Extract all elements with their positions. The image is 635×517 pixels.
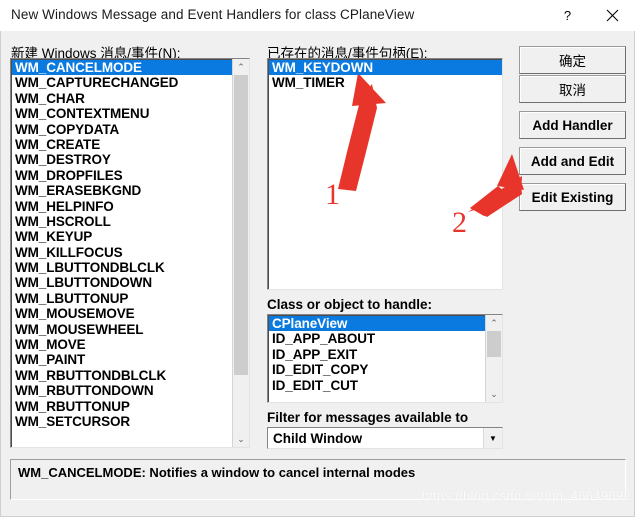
close-icon (606, 9, 619, 21)
list-item[interactable]: WM_PAINT (12, 352, 232, 367)
list-item[interactable]: WM_KEYDOWN (269, 60, 502, 76)
dialog-body: 新建 Windows 消息/事件(N): WM_CANCELMODE WM_CAP… (0, 31, 635, 517)
list-item[interactable]: WM_KEYUP (12, 229, 232, 244)
list-item[interactable]: CPlaneView (269, 316, 485, 332)
filter-label: Filter for messages available to (267, 410, 469, 425)
add-handler-button[interactable]: Add Handler (519, 111, 626, 139)
list-item[interactable]: WM_CAPTURECHANGED (12, 75, 232, 90)
list-item[interactable]: WM_HSCROLL (12, 214, 232, 229)
add-and-edit-button[interactable]: Add and Edit (519, 147, 626, 175)
list-item[interactable]: WM_KILLFOCUS (12, 245, 232, 260)
list-item[interactable]: WM_LBUTTONUP (12, 291, 232, 306)
dialog-window: New Windows Message and Event Handlers f… (0, 0, 635, 517)
class-listbox[interactable]: CPlaneView ID_APP_ABOUT ID_APP_EXIT ID_EDIT… (267, 314, 503, 403)
list-item[interactable]: WM_CREATE (12, 137, 232, 152)
list-item[interactable]: WM_RBUTTONUP (12, 399, 232, 414)
list-item[interactable]: WM_RBUTTONDBLCLK (12, 368, 232, 383)
list-item[interactable]: WM_HELPINFO (12, 199, 232, 214)
existing-handlers-items[interactable]: WM_KEYDOWN WM_TIMER (268, 59, 502, 289)
list-item[interactable]: WM_LBUTTONDBLCLK (12, 260, 232, 275)
list-item[interactable]: WM_CANCELMODE (12, 60, 232, 76)
ok-button[interactable]: 确定 (519, 46, 626, 74)
existing-handlers-listbox[interactable]: WM_KEYDOWN WM_TIMER (267, 58, 503, 290)
list-item[interactable]: WM_DESTROY (12, 152, 232, 167)
scroll-down-icon[interactable]: ⌄ (486, 386, 502, 402)
list-item[interactable]: ID_EDIT_COPY (269, 362, 485, 377)
edit-existing-button[interactable]: Edit Existing (519, 183, 626, 211)
watermark: https://blog.csdn.net/qq_46649692 (421, 488, 631, 503)
description-text: WM_CANCELMODE: Notifies a window to canc… (18, 465, 416, 480)
list-item[interactable]: WM_MOVE (12, 337, 232, 352)
scroll-thumb[interactable] (487, 331, 501, 357)
list-item[interactable]: WM_MOUSEMOVE (12, 306, 232, 321)
help-button[interactable]: ? (545, 0, 590, 30)
list-item[interactable]: WM_DROPFILES (12, 168, 232, 183)
new-messages-items[interactable]: WM_CANCELMODE WM_CAPTURECHANGED WM_CHAR WM_… (11, 59, 232, 447)
scroll-up-icon[interactable]: ⌃ (233, 59, 249, 75)
filter-combobox[interactable]: Child Window ▼ (267, 427, 503, 449)
list-item[interactable]: ID_APP_ABOUT (269, 331, 485, 346)
question-mark-icon: ? (563, 7, 572, 23)
new-messages-listbox[interactable]: WM_CANCELMODE WM_CAPTURECHANGED WM_CHAR WM_… (10, 58, 250, 448)
list-item[interactable]: WM_CHAR (12, 91, 232, 106)
cancel-button[interactable]: 取消 (519, 75, 626, 103)
filter-value: Child Window (273, 430, 363, 446)
chevron-down-icon[interactable]: ▼ (483, 428, 502, 448)
list-item[interactable]: WM_RBUTTONDOWN (12, 383, 232, 398)
list-item[interactable]: WM_CONTEXTMENU (12, 106, 232, 121)
list-item[interactable]: WM_LBUTTONDOWN (12, 275, 232, 290)
window-title: New Windows Message and Event Handlers f… (11, 7, 415, 22)
list-item[interactable]: WM_COPYDATA (12, 122, 232, 137)
scroll-up-icon[interactable]: ⌃ (486, 315, 502, 331)
class-list-items[interactable]: CPlaneView ID_APP_ABOUT ID_APP_EXIT ID_EDIT… (268, 315, 485, 402)
list-item[interactable]: WM_ERASEBKGND (12, 183, 232, 198)
list-item[interactable]: ID_APP_EXIT (269, 347, 485, 362)
class-list-scrollbar[interactable]: ⌃ ⌄ (485, 315, 502, 402)
list-item[interactable]: WM_MOUSEWHEEL (12, 322, 232, 337)
close-button[interactable] (590, 0, 635, 30)
class-list-label: Class or object to handle: (267, 297, 433, 312)
new-messages-scrollbar[interactable]: ⌃ ⌄ (232, 59, 249, 447)
list-item[interactable]: WM_SETCURSOR (12, 414, 232, 429)
scroll-down-icon[interactable]: ⌄ (233, 431, 249, 447)
list-item[interactable]: WM_TIMER (269, 75, 502, 90)
list-item[interactable]: ID_EDIT_CUT (269, 378, 485, 393)
title-bar: New Windows Message and Event Handlers f… (0, 0, 635, 32)
scroll-thumb[interactable] (234, 75, 248, 375)
